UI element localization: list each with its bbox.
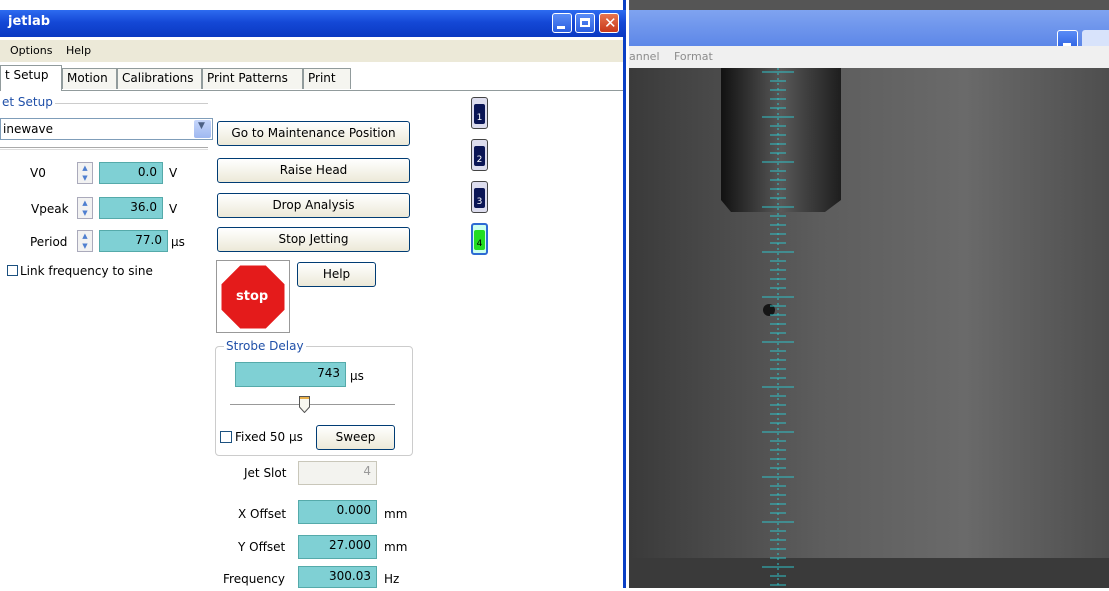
frequency-field[interactable]: 300.03	[298, 566, 377, 588]
vpeak-label: Vpeak	[31, 202, 69, 216]
vpeak-spinner[interactable]: ▲ ▼	[77, 197, 93, 219]
vpeak-unit: V	[169, 202, 178, 216]
frequency-unit: Hz	[384, 572, 400, 586]
frequency-label: Frequency	[223, 572, 285, 586]
camera-menu-channel[interactable]: annel	[629, 50, 660, 63]
maintenance-position-button[interactable]: Go to Maintenance Position	[217, 121, 410, 146]
menu-bar: Options Help	[0, 40, 623, 62]
v0-label: V0	[30, 166, 46, 180]
y-offset-field[interactable]: 27.000	[298, 535, 377, 559]
drop-analysis-button[interactable]: Drop Analysis	[217, 193, 410, 218]
tab-motion[interactable]: Motion	[62, 68, 117, 89]
v0-field[interactable]: 0.0	[99, 162, 163, 184]
fixed-50-checkbox[interactable]	[220, 431, 232, 443]
jet-slot-label: Jet Slot	[244, 466, 287, 480]
raise-head-button[interactable]: Raise Head	[217, 158, 410, 183]
waveform-select[interactable]: inewave ▼	[0, 118, 213, 140]
strobe-slider-track[interactable]	[230, 404, 395, 408]
menu-help[interactable]: Help	[66, 44, 91, 57]
tab-print-patterns[interactable]: Print Patterns	[202, 68, 303, 89]
jet-4-icon[interactable]: 4	[471, 223, 488, 255]
x-offset-field[interactable]: 0.000	[298, 500, 377, 524]
strobe-delay-field[interactable]: 743	[235, 362, 346, 387]
close-icon[interactable]: ✕	[599, 13, 619, 33]
link-frequency-checkbox[interactable]	[7, 265, 18, 276]
stop-jetting-button[interactable]: Stop Jetting	[217, 227, 410, 252]
jet-2-icon[interactable]: 2	[471, 139, 488, 171]
camera-title-bar[interactable]	[629, 10, 1109, 51]
fixed-50-label: Fixed 50 µs	[235, 430, 303, 444]
y-offset-label: Y Offset	[238, 540, 286, 554]
period-unit: µs	[171, 235, 185, 249]
period-field[interactable]: 77.0	[99, 230, 168, 252]
sweep-button[interactable]: Sweep	[316, 425, 395, 450]
chevron-down-icon[interactable]: ▼	[194, 120, 211, 138]
jet-4-label: 4	[474, 230, 485, 250]
camera-view	[629, 68, 1109, 588]
jet-3-icon[interactable]: 3	[471, 181, 488, 213]
tab-calibrations[interactable]: Calibrations	[117, 68, 202, 89]
x-offset-unit: mm	[384, 507, 408, 521]
waveform-value: inewave	[3, 122, 53, 136]
jet-2-label: 2	[474, 146, 485, 166]
strobe-delay-label: Strobe Delay	[224, 339, 306, 353]
stop-button[interactable]: stop	[216, 260, 290, 333]
camera-menu-format[interactable]: Format	[674, 50, 713, 63]
v0-unit: V	[169, 166, 178, 180]
link-frequency-label: Link frequency to sine	[20, 264, 153, 278]
v0-spinner[interactable]: ▲ ▼	[77, 162, 93, 184]
camera-image	[629, 68, 1109, 588]
strobe-slider-thumb[interactable]	[299, 396, 310, 414]
jet-3-label: 3	[474, 188, 485, 208]
maximize-icon[interactable]	[575, 13, 595, 33]
title-bar[interactable]: jetlab ✕	[0, 10, 626, 37]
jet-setup-group-label: et Setup	[0, 95, 55, 109]
tab-jet-setup[interactable]: t Setup	[0, 65, 62, 91]
tab-print[interactable]: Print	[303, 68, 351, 89]
tab-bar: t Setup Motion Calibrations Print Patter…	[0, 64, 623, 91]
minimize-icon[interactable]	[552, 13, 572, 33]
strobe-delay-unit: µs	[350, 369, 364, 383]
help-button[interactable]: Help	[297, 262, 376, 287]
period-spinner[interactable]: ▲ ▼	[77, 230, 93, 252]
camera-menu-bar: annel Format	[629, 46, 1109, 68]
jet-1-icon[interactable]: 1	[471, 97, 488, 129]
stop-label: stop	[236, 289, 269, 304]
jet-slot-field: 4	[298, 461, 377, 485]
menu-options[interactable]: Options	[10, 44, 52, 57]
period-label: Period	[30, 235, 68, 249]
jet-1-label: 1	[474, 104, 485, 124]
x-offset-label: X Offset	[238, 507, 287, 521]
window-title: jetlab	[8, 14, 51, 29]
y-offset-unit: mm	[384, 540, 408, 554]
vpeak-field[interactable]: 36.0	[99, 197, 163, 219]
separator	[0, 147, 208, 150]
